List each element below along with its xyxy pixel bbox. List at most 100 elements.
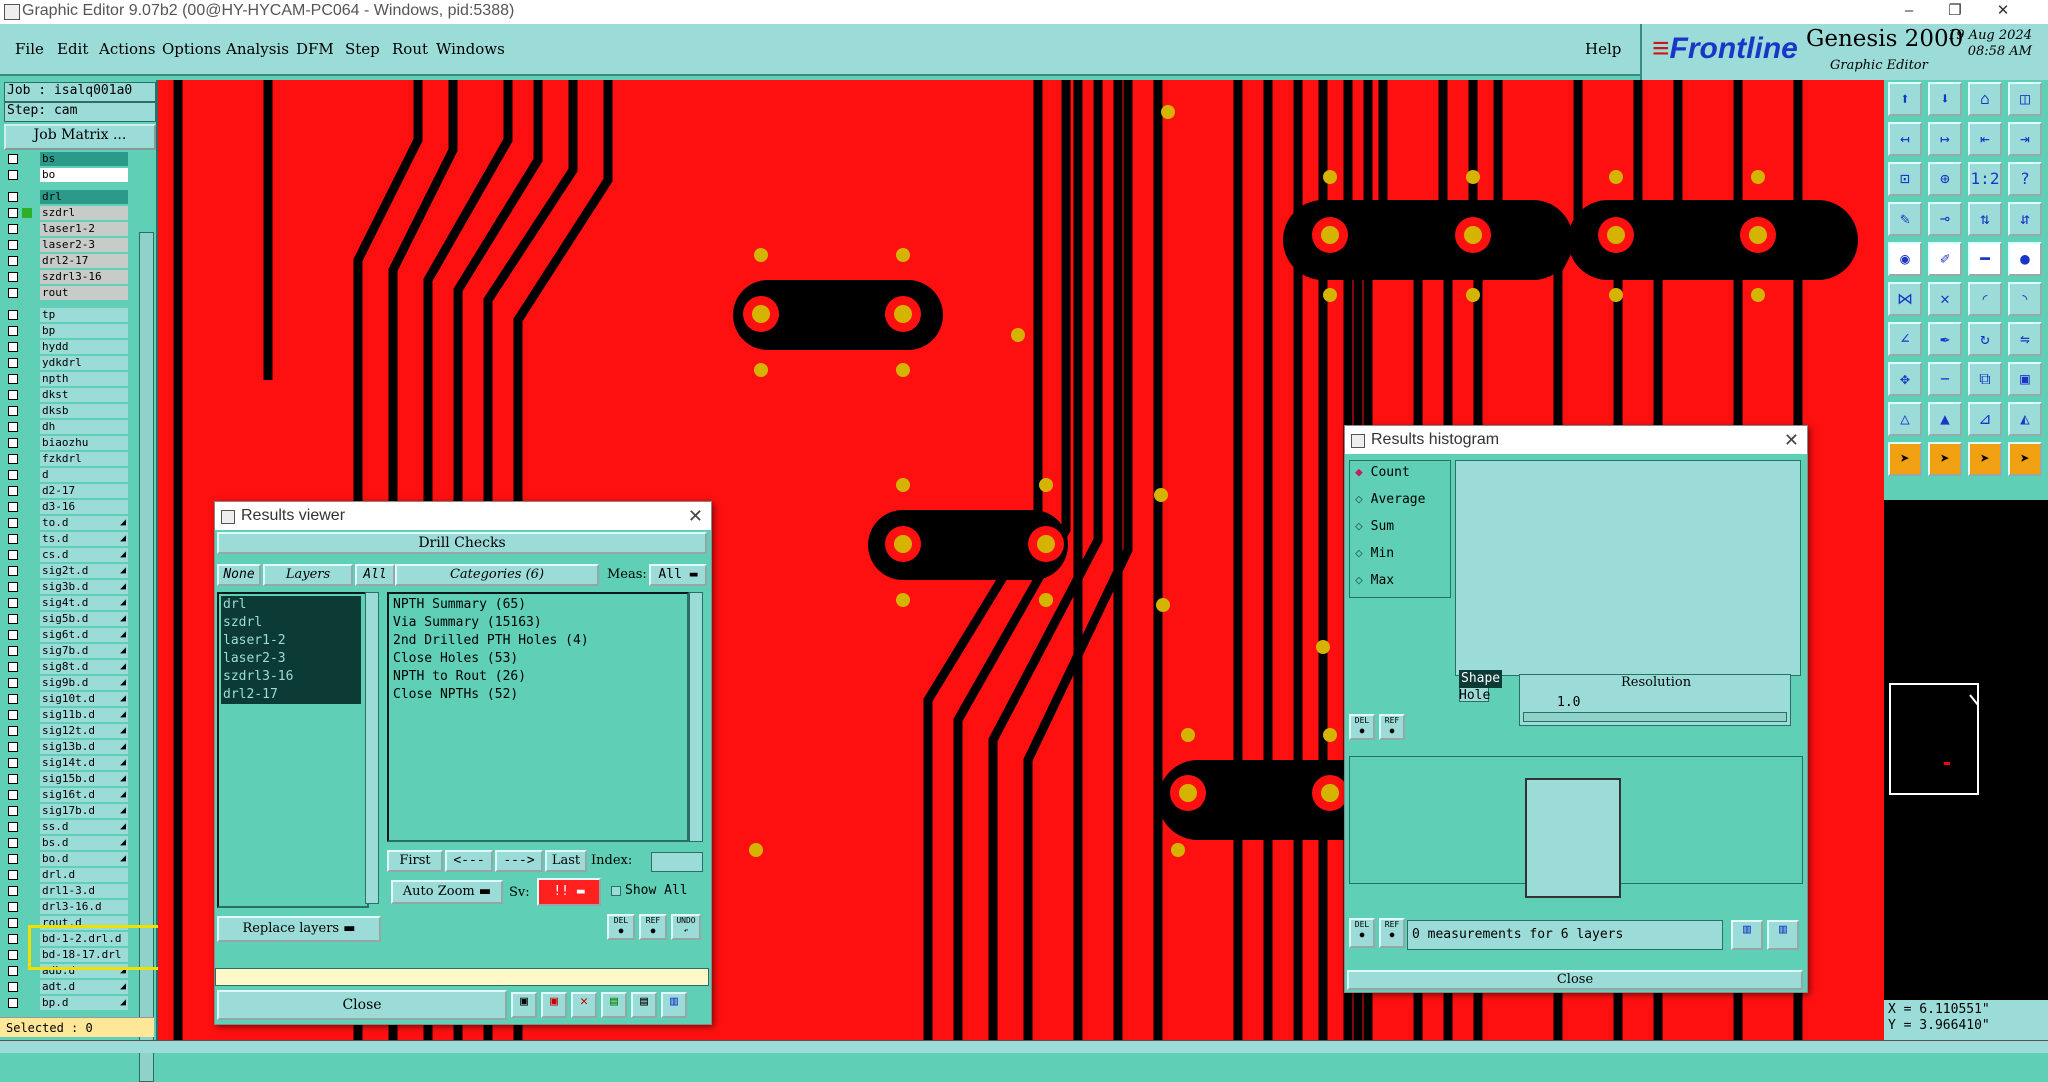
last-button[interactable]: Last [545, 850, 587, 872]
category-scrollbar[interactable] [689, 592, 703, 842]
hist-chart-icon-2[interactable]: ▥ [1767, 920, 1799, 950]
layer-checkbox[interactable] [8, 582, 18, 592]
layer-row[interactable]: cs.d ◢ [4, 548, 128, 562]
layer-name[interactable]: cs.d ◢ [40, 548, 128, 562]
layer-row[interactable]: sig15b.d ◢ [4, 772, 128, 786]
layer-checkbox[interactable] [8, 742, 18, 752]
layer-row[interactable]: bp.d ◢ [4, 996, 128, 1010]
hist-chart-icon-1[interactable]: ▥ [1731, 920, 1763, 950]
layer-name[interactable]: bs.d ◢ [40, 836, 128, 850]
layer-checkbox[interactable] [8, 774, 18, 784]
layer-row[interactable]: laser1-2 [4, 222, 128, 236]
category-item[interactable]: NPTH Summary (65) [393, 596, 526, 614]
layer-name[interactable]: npth [40, 372, 128, 386]
layer-checkbox[interactable] [8, 998, 18, 1008]
layer-checkbox[interactable] [8, 646, 18, 656]
layer-checkbox[interactable] [8, 390, 18, 400]
result-layer-item[interactable]: drl [221, 596, 361, 614]
layer-checkbox[interactable] [8, 966, 18, 976]
layer-name[interactable]: sig14t.d ◢ [40, 756, 128, 770]
layer-checkbox[interactable] [8, 918, 18, 928]
category-item[interactable]: Close Holes (53) [393, 650, 518, 668]
layer-row[interactable]: d [4, 468, 128, 482]
viewer-icon-2[interactable]: ▣ [541, 992, 567, 1018]
menu-dfm[interactable]: DFM [296, 40, 334, 58]
layer-name[interactable]: sig4t.d ◢ [40, 596, 128, 610]
layer-row[interactable]: bs.d ◢ [4, 836, 128, 850]
layer-row[interactable]: sig3b.d ◢ [4, 580, 128, 594]
results-viewer-close-button[interactable]: Close [217, 990, 507, 1020]
frame-icon[interactable]: ⧉ [1968, 362, 2002, 396]
layer-checkbox[interactable] [8, 326, 18, 336]
category-item[interactable]: 2nd Drilled PTH Holes (4) [393, 632, 589, 650]
layer-row[interactable]: biaozhu [4, 436, 128, 450]
layer-checkbox[interactable] [8, 310, 18, 320]
layer-row[interactable]: drl3-16.d [4, 900, 128, 914]
drill-checks-header[interactable]: Drill Checks [217, 532, 707, 554]
layer-checkbox[interactable] [8, 758, 18, 768]
layer-name[interactable]: sig8t.d ◢ [40, 660, 128, 674]
radio-icon[interactable]: ◇ [1355, 573, 1371, 588]
layer-row[interactable]: sig12t.d ◢ [4, 724, 128, 738]
layer-checkbox[interactable] [8, 208, 18, 218]
layer-row[interactable]: sig14t.d ◢ [4, 756, 128, 770]
layer-row[interactable]: sig8t.d ◢ [4, 660, 128, 674]
layer-name[interactable]: laser1-2 [40, 222, 128, 236]
layer-checkbox[interactable] [8, 854, 18, 864]
layer-name[interactable]: sig7b.d ◢ [40, 644, 128, 658]
zoom-center-icon[interactable]: ⊕ [1928, 162, 1962, 196]
layer-name[interactable]: sig9b.d ◢ [40, 676, 128, 690]
layer-checkbox[interactable] [8, 598, 18, 608]
layer-name[interactable]: rout [40, 286, 128, 300]
layer-name[interactable]: bp.d ◢ [40, 996, 128, 1010]
layer-name[interactable]: tp [40, 308, 128, 322]
pan-left-icon[interactable]: ⇤ [1968, 122, 2002, 156]
layer-name[interactable]: dkst [40, 388, 128, 402]
layer-name[interactable]: to.d ◢ [40, 516, 128, 530]
layer-checkbox[interactable] [8, 256, 18, 266]
pointer4-icon[interactable]: ➤ [2008, 442, 2042, 476]
layer-checkbox[interactable] [8, 170, 18, 180]
viewer-icon-3[interactable]: ✕ [571, 992, 597, 1018]
layer-row[interactable]: bp [4, 324, 128, 338]
hist-del-button[interactable]: DEL ● [1349, 714, 1375, 740]
zoom-layout-icon[interactable]: ◫ [2008, 82, 2042, 116]
layer-checkbox[interactable] [8, 566, 18, 576]
layer-name[interactable]: fzkdrl [40, 452, 128, 466]
result-layer-item[interactable]: laser1-2 [221, 632, 361, 650]
triangle2-icon[interactable]: ▲ [1928, 402, 1962, 436]
layer-name[interactable]: bo [40, 168, 128, 182]
layer-row[interactable]: sig13b.d ◢ [4, 740, 128, 754]
layers-button[interactable]: Layers [263, 564, 353, 586]
layer-checkbox[interactable] [8, 154, 18, 164]
menu-file[interactable]: File [15, 40, 44, 58]
layer-checkbox[interactable] [8, 454, 18, 464]
layer-row[interactable]: szdrl3-16 [4, 270, 128, 284]
layer-name[interactable]: adt.d ◢ [40, 980, 128, 994]
layer-name[interactable]: sig11b.d ◢ [40, 708, 128, 722]
menu-edit[interactable]: Edit [57, 40, 88, 58]
radio-icon[interactable]: ◆ [1355, 465, 1371, 480]
layer-checkbox[interactable] [8, 678, 18, 688]
layer-name[interactable]: sig10t.d ◢ [40, 692, 128, 706]
layer-row[interactable]: szdrl [4, 206, 128, 220]
mirror-icon[interactable]: ⇋ [2008, 322, 2042, 356]
layer-row[interactable]: sig6t.d ◢ [4, 628, 128, 642]
layer-row[interactable]: npth [4, 372, 128, 386]
layer-name[interactable]: drl.d [40, 868, 128, 882]
save-icon[interactable]: ⬆ [1888, 82, 1922, 116]
layer-checkbox[interactable] [8, 192, 18, 202]
layer-row[interactable]: drl.d [4, 868, 128, 882]
layer-name[interactable]: ydkdrl [40, 356, 128, 370]
layer-name[interactable]: drl1-3.d [40, 884, 128, 898]
restore-icon[interactable]: ❐ [1932, 0, 1978, 24]
angle-icon[interactable]: ∠ [1888, 322, 1922, 356]
category-item[interactable]: Close NPTHs (52) [393, 686, 518, 704]
fit-icon[interactable]: ⊡ [1888, 162, 1922, 196]
layer-row[interactable]: drl1-3.d [4, 884, 128, 898]
layer-row[interactable]: fzkdrl [4, 452, 128, 466]
layer-row[interactable]: sig9b.d ◢ [4, 676, 128, 690]
layer-name[interactable]: dh [40, 420, 128, 434]
layer-name[interactable]: dksb [40, 404, 128, 418]
hist-ref-button[interactable]: REF ● [1379, 714, 1405, 740]
